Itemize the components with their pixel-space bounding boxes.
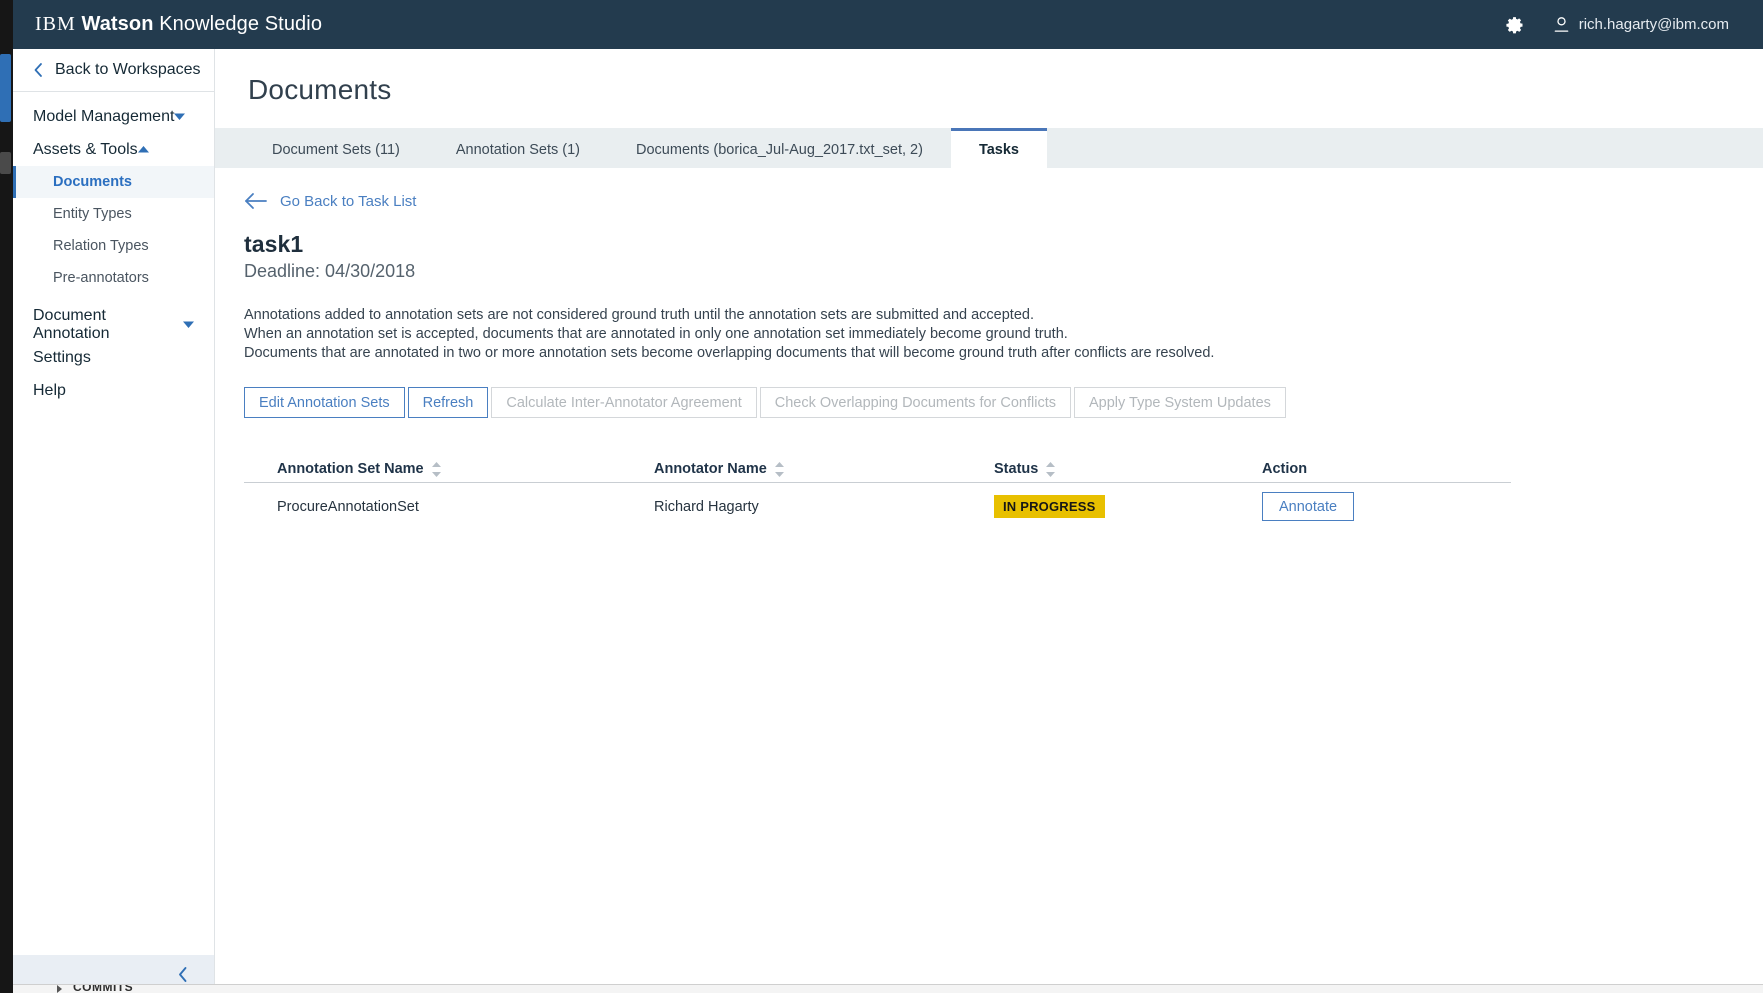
user-email-label: rich.hagarty@ibm.com	[1578, 16, 1729, 33]
chevron-left-icon	[33, 62, 43, 78]
cell-annotator-name: Richard Hagarty	[654, 498, 759, 515]
chevron-left-icon	[177, 966, 188, 983]
column-header-label: Annotation Set Name	[277, 461, 424, 477]
tab-label: Document Sets (11)	[272, 141, 400, 158]
sidebar-group-model-management[interactable]: Model Management	[13, 100, 214, 133]
column-header-label: Action	[1262, 461, 1308, 477]
column-header-label: Status	[994, 461, 1039, 477]
cell-status: IN PROGRESS	[994, 495, 1262, 518]
page-scrollbar-thumb[interactable]	[0, 54, 11, 122]
sidebar-item-label: Documents	[53, 174, 132, 190]
user-account-menu[interactable]: rich.hagarty@ibm.com	[1553, 16, 1729, 34]
tab-document-sets[interactable]: Document Sets (11)	[244, 128, 428, 168]
button-label: Edit Annotation Sets	[259, 394, 390, 411]
tasks-panel: Go Back to Task List task1 Deadline: 04/…	[215, 168, 1763, 530]
sidebar-item-label: Relation Types	[53, 238, 149, 254]
go-back-to-task-list-link[interactable]: Go Back to Task List	[244, 192, 416, 210]
cell-action: Annotate	[1262, 492, 1462, 521]
table-header-row: Annotation Set Name Annotator Name Statu…	[244, 455, 1511, 483]
check-overlapping-documents-button: Check Overlapping Documents for Conflict…	[759, 387, 1071, 418]
page-title: Documents	[248, 74, 392, 105]
left-sidebar: Back to Workspaces Model Management Asse…	[13, 49, 215, 993]
window-left-gutter	[0, 0, 13, 993]
button-label: Annotate	[1279, 498, 1338, 515]
top-header-actions: rich.hagarty@ibm.com	[1505, 15, 1741, 35]
button-label: Calculate Inter-Annotator Agreement	[506, 394, 742, 411]
table-row: ProcureAnnotationSet Richard Hagarty IN …	[244, 483, 1511, 530]
sidebar-item-label: Settings	[33, 348, 91, 366]
tab-annotation-sets[interactable]: Annotation Sets (1)	[428, 128, 608, 168]
app-window: IBM Watson Knowledge Studio rich.hagarty…	[0, 0, 1763, 993]
cell-annotation-set-name: ProcureAnnotationSet	[277, 498, 419, 515]
sort-updown-icon	[431, 461, 441, 477]
chevron-down-icon	[174, 112, 186, 121]
sort-updown-icon	[1046, 461, 1056, 477]
sidebar-item-label: Pre-annotators	[53, 270, 149, 286]
task-action-button-row: Edit Annotation Sets Refresh Calculate I…	[244, 387, 1763, 418]
sidebar-item-label: Help	[33, 381, 66, 399]
sort-updown-icon	[774, 461, 784, 477]
column-header-status[interactable]: Status	[994, 461, 1262, 477]
person-icon	[1553, 16, 1570, 34]
sidebar-item-pre-annotators[interactable]: Pre-annotators	[13, 262, 214, 294]
brand-watson: Watson	[81, 13, 154, 35]
button-label: Check Overlapping Documents for Conflict…	[774, 394, 1056, 411]
top-header-bar: IBM Watson Knowledge Studio rich.hagarty…	[13, 0, 1763, 49]
sidebar-nav: Model Management Assets & Tools Document…	[13, 92, 214, 407]
column-header-label: Annotator Name	[654, 461, 767, 477]
column-header-action: Action	[1262, 461, 1462, 477]
description-line: When an annotation set is accepted, docu…	[244, 326, 1068, 342]
annotation-sets-table: Annotation Set Name Annotator Name Statu…	[244, 455, 1511, 530]
gear-icon[interactable]	[1505, 15, 1525, 35]
chevron-up-icon	[137, 145, 149, 154]
brand-ibm: IBM	[35, 13, 76, 35]
chevron-down-icon	[183, 320, 194, 329]
tab-label: Documents (borica_Jul-Aug_2017.txt_set, …	[636, 141, 923, 158]
tab-bar: Document Sets (11) Annotation Sets (1) D…	[215, 128, 1763, 168]
sidebar-item-relation-types[interactable]: Relation Types	[13, 230, 214, 262]
column-header-annotation-set-name[interactable]: Annotation Set Name	[244, 461, 654, 477]
button-label: Refresh	[422, 394, 474, 411]
column-header-annotator-name[interactable]: Annotator Name	[654, 461, 994, 477]
page-scrollbar-thumb-secondary[interactable]	[0, 152, 11, 174]
description-line: Annotations added to annotation sets are…	[244, 307, 1034, 323]
annotate-button[interactable]: Annotate	[1262, 492, 1355, 521]
task-name-heading: task1	[244, 231, 304, 257]
task-deadline: Deadline: 04/30/2018	[244, 261, 416, 281]
go-back-label: Go Back to Task List	[280, 192, 417, 210]
calculate-inter-annotator-agreement-button: Calculate Inter-Annotator Agreement	[491, 387, 757, 418]
description-line: Documents that are annotated in two or m…	[244, 345, 1215, 361]
back-to-workspaces-link[interactable]: Back to Workspaces	[13, 49, 214, 92]
tab-label: Tasks	[978, 141, 1019, 158]
sidebar-group-document-annotation[interactable]: Document Annotation	[13, 306, 214, 342]
app-brand[interactable]: IBM Watson Knowledge Studio	[35, 13, 322, 36]
back-to-workspaces-label: Back to Workspaces	[55, 61, 201, 78]
edit-annotation-sets-button[interactable]: Edit Annotation Sets	[244, 387, 405, 418]
sidebar-item-help[interactable]: Help	[13, 374, 214, 407]
refresh-button[interactable]: Refresh	[407, 387, 489, 418]
arrow-left-icon	[244, 192, 268, 210]
status-badge: IN PROGRESS	[994, 495, 1105, 518]
sidebar-group-label: Document Annotation	[33, 306, 110, 342]
task-description: Annotations added to annotation sets are…	[244, 306, 1763, 363]
triangle-right-icon	[57, 985, 62, 993]
sidebar-item-settings[interactable]: Settings	[13, 341, 214, 374]
bottom-status-strip: COMMITS	[13, 984, 1763, 993]
sidebar-item-label: Entity Types	[53, 206, 132, 222]
brand-knowledge-studio: Knowledge Studio	[159, 13, 323, 35]
button-label: Apply Type System Updates	[1089, 394, 1271, 411]
sidebar-group-label: Assets & Tools	[33, 140, 138, 158]
apply-type-system-updates-button: Apply Type System Updates	[1074, 387, 1286, 418]
bottom-strip-label: COMMITS	[73, 984, 134, 993]
sidebar-item-documents[interactable]: Documents	[13, 166, 214, 198]
main-content-area: Documents Document Sets (11) Annotation …	[215, 49, 1763, 993]
sidebar-group-assets-tools[interactable]: Assets & Tools	[13, 133, 214, 166]
sidebar-group-label: Model Management	[33, 107, 175, 125]
tab-label: Annotation Sets (1)	[455, 141, 581, 158]
tab-documents[interactable]: Documents (borica_Jul-Aug_2017.txt_set, …	[608, 128, 951, 168]
sidebar-item-entity-types[interactable]: Entity Types	[13, 198, 214, 230]
tab-tasks[interactable]: Tasks	[950, 128, 1047, 168]
